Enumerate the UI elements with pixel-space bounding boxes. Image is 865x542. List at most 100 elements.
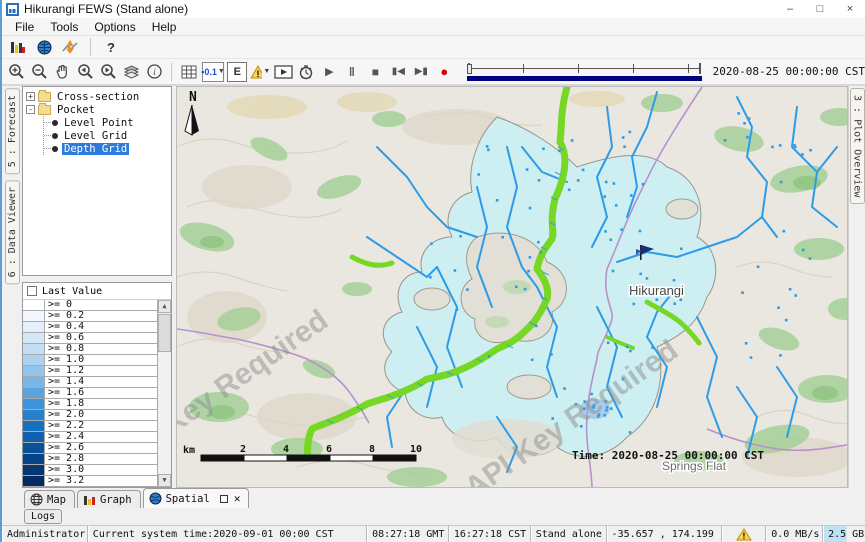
legend-threshold-label: >= 0.4 (45, 322, 157, 332)
tree-item-cross-section[interactable]: + Cross-section (25, 90, 169, 103)
left-panel: + Cross-section - Pocket Level Point Lev… (22, 86, 172, 488)
tab-close-icon[interactable]: ✕ (234, 492, 241, 505)
warning-dropdown[interactable]: !▼ (250, 62, 270, 82)
legend-threshold-label: >= 0 (45, 300, 157, 310)
zoom-next-icon[interactable] (98, 62, 118, 82)
legend-row[interactable]: >= 2.6 (23, 443, 157, 454)
stop-button[interactable]: ■ (365, 62, 385, 82)
info-icon[interactable]: i (144, 62, 164, 82)
legend-color-swatch (23, 377, 45, 387)
tab-plot-overview[interactable]: 3 : Plot Overview (850, 88, 865, 204)
town-label: Hikurangi (629, 283, 684, 298)
layers-icon[interactable] (121, 62, 141, 82)
legend-scrollbar[interactable]: ▲ ▼ (157, 300, 171, 487)
legend-color-table: >= 0>= 0.2>= 0.4>= 0.6>= 0.8>= 1.0>= 1.2… (23, 300, 157, 487)
bottom-tab-bar: Map Graph Spatial ✕ (2, 488, 865, 508)
minimize-button[interactable]: – (775, 0, 805, 18)
legend-row[interactable]: >= 1.0 (23, 355, 157, 366)
zoom-previous-icon[interactable] (75, 62, 95, 82)
scrollbar-thumb[interactable] (158, 314, 171, 352)
legend-row[interactable]: >= 0.6 (23, 333, 157, 344)
play-button[interactable]: ▶ (319, 62, 339, 82)
legend-color-swatch (23, 388, 45, 398)
tab-graph[interactable]: Graph (77, 490, 141, 508)
timeline-range-bar (467, 76, 701, 81)
tab-spatial[interactable]: Spatial ✕ (143, 488, 250, 508)
legend-row[interactable]: >= 2.0 (23, 410, 157, 421)
legend-row[interactable]: >= 1.4 (23, 377, 157, 388)
animation-panel-icon[interactable] (273, 62, 293, 82)
tab-data-viewer[interactable]: 6 : Data Viewer (5, 180, 20, 284)
legend-row[interactable]: >= 1.6 (23, 388, 157, 399)
menu-help[interactable]: Help (145, 19, 184, 35)
svg-text:6: 6 (326, 444, 332, 455)
legend-row[interactable]: >= 0.4 (23, 322, 157, 333)
zoom-out-icon[interactable] (29, 62, 49, 82)
legend-row[interactable]: >= 0 (23, 300, 157, 311)
status-warning-icon[interactable]: ! (722, 526, 766, 542)
svg-text:8: 8 (369, 444, 375, 455)
pan-hand-icon[interactable] (52, 62, 72, 82)
tree-item-level-point[interactable]: Level Point (44, 116, 169, 129)
node-bullet-icon (52, 133, 58, 139)
scroll-up-icon[interactable]: ▲ (158, 300, 171, 313)
legend-threshold-label: >= 1.0 (45, 355, 157, 365)
menu-options[interactable]: Options (87, 19, 142, 35)
tree-item-depth-grid[interactable]: Depth Grid (44, 142, 169, 155)
legend-row[interactable]: >= 0.8 (23, 344, 157, 355)
zoom-in-icon[interactable] (6, 62, 26, 82)
svg-text:i: i (153, 67, 156, 77)
maximize-button[interactable]: □ (805, 0, 835, 18)
legend-color-swatch (23, 399, 45, 409)
legend-threshold-label: >= 0.2 (45, 311, 157, 321)
legend-row[interactable]: >= 0.2 (23, 311, 157, 322)
close-button[interactable]: × (835, 0, 865, 18)
last-value-checkbox[interactable] (27, 286, 37, 296)
menu-bar: File Tools Options Help (2, 18, 865, 36)
menu-tools[interactable]: Tools (43, 19, 85, 35)
logs-button[interactable]: Logs (24, 509, 62, 524)
menu-file[interactable]: File (8, 19, 41, 35)
map-toolbar: i •0.1▼ E !▼ ▶ ‖ ■ ▮◀ ▶▮ ● 2020-08-25 00… (2, 58, 865, 86)
legend-color-swatch (23, 344, 45, 354)
timeline-slider[interactable] (465, 61, 703, 83)
legend-row[interactable]: >= 2.8 (23, 454, 157, 465)
profile-chart-icon[interactable] (60, 37, 80, 57)
legend-row[interactable]: >= 1.8 (23, 399, 157, 410)
skip-to-end-button[interactable]: ▶▮ (411, 62, 431, 82)
legend-threshold-label: >= 1.6 (45, 388, 157, 398)
skip-to-start-button[interactable]: ▮◀ (388, 62, 408, 82)
scroll-down-icon[interactable]: ▼ (158, 474, 171, 487)
legend-row[interactable]: >= 3.0 (23, 465, 157, 476)
tree-item-level-grid[interactable]: Level Grid (44, 129, 169, 142)
timeline-handle[interactable] (467, 64, 472, 74)
tab-map[interactable]: Map (24, 490, 75, 508)
expand-icon[interactable]: + (26, 92, 35, 101)
record-button[interactable]: ● (434, 62, 454, 82)
status-bar: Administrator Current system time:2020-0… (2, 525, 865, 542)
legend-row[interactable]: >= 3.2 (23, 476, 157, 487)
grid-display-icon[interactable] (179, 62, 199, 82)
legend-row[interactable]: >= 2.4 (23, 432, 157, 443)
legend-row[interactable]: >= 2.2 (23, 421, 157, 432)
tree-item-pocket[interactable]: - Pocket (25, 103, 169, 116)
marker-scale-dropdown[interactable]: •0.1▼ (202, 62, 225, 82)
left-tab-strip: 5 : Forecast 6 : Data Viewer (2, 86, 22, 488)
collapse-icon[interactable]: - (26, 105, 35, 114)
map-viewport[interactable]: API Key Required API Key Required N Hiku… (176, 86, 848, 488)
database-chart-icon[interactable] (8, 37, 28, 57)
legend-color-swatch (23, 366, 45, 376)
help-icon[interactable]: ? (101, 37, 121, 57)
status-local-time: 16:27:18 CST (449, 526, 531, 542)
status-user: Administrator (2, 526, 88, 542)
globe-icon[interactable] (34, 37, 54, 57)
tab-forecast[interactable]: 5 : Forecast (5, 88, 20, 174)
tab-maximize-icon[interactable] (220, 495, 228, 503)
legend-threshold-label: >= 1.2 (45, 366, 157, 376)
folder-icon (38, 105, 51, 115)
legend-row[interactable]: >= 1.2 (23, 366, 157, 377)
right-tab-strip: 3 : Plot Overview (848, 86, 865, 488)
pause-button[interactable]: ‖ (342, 62, 362, 82)
time-settings-icon[interactable] (296, 62, 316, 82)
elevation-button[interactable]: E (227, 62, 247, 82)
